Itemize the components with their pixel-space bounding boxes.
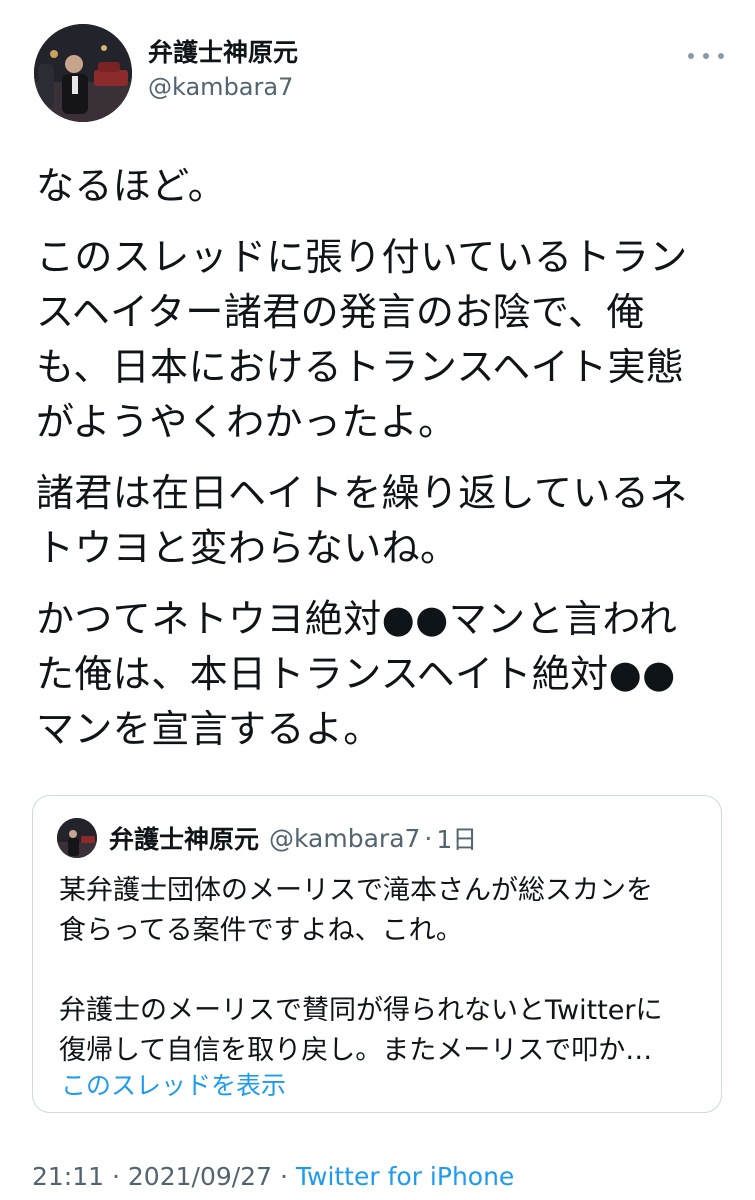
tweet-date[interactable]: 2021/09/27 xyxy=(128,1162,272,1191)
more-dot-icon xyxy=(703,53,709,59)
quoted-tweet-text: 某弁護士団体のメーリスで滝本さんが総スカンを 食らってる案件ですよね、これ。 弁… xyxy=(59,871,709,1071)
user-handle[interactable]: @kambara7 xyxy=(148,70,298,104)
quoted-display-name: 弁護士神原元 xyxy=(109,825,260,854)
quoted-paragraph: 某弁護士団体のメーリスで滝本さんが総スカンを 食らってる案件ですよね、これ。 xyxy=(59,875,653,946)
quoted-tweet-header: 弁護士神原元 @kambara7 · 1日 xyxy=(57,818,477,858)
avatar[interactable] xyxy=(34,24,132,122)
tweet-paragraph: このスレッドに張り付いているトラン スヘイター諸君の発言のお陰で、俺 も、日本に… xyxy=(36,235,688,444)
author-info: 弁護士神原元 @kambara7 xyxy=(148,36,298,104)
meta-separator: · xyxy=(279,1162,288,1191)
quoted-tweet[interactable]: 弁護士神原元 @kambara7 · 1日 某弁護士団体のメーリスで滝本さんが総… xyxy=(32,795,722,1113)
quoted-timestamp: 1日 xyxy=(436,825,478,854)
tweet-paragraph: 諸君は在日ヘイトを繰り返しているネ トウヨと変わらないね。 xyxy=(36,471,688,570)
quoted-separator: · xyxy=(424,823,433,853)
quoted-paragraph: 弁護士のメーリスで賛同が得られないとTwitterに 復帰して自信を取り戻し。ま… xyxy=(59,995,663,1066)
meta-separator: · xyxy=(112,1162,120,1191)
tweet-paragraph: かつてネトウヨ絶対●●マンと言われ た俺は、本日トランスヘイト絶対●● マンを宣… xyxy=(36,597,678,751)
tweet-time[interactable]: 21:11 xyxy=(32,1162,104,1191)
quoted-avatar xyxy=(57,818,97,858)
more-dot-icon xyxy=(688,53,694,59)
tweet: 弁護士神原元 @kambara7 なるほど。 このスレッドに張り付いているトラン… xyxy=(0,0,755,1200)
profile-photo-icon xyxy=(34,24,132,122)
tweet-metadata: 21:11 · 2021/09/27 · Twitter for iPhone xyxy=(32,1162,514,1191)
profile-photo-icon xyxy=(57,818,97,858)
more-options-button[interactable] xyxy=(688,46,724,66)
tweet-paragraph: なるほど。 xyxy=(36,164,227,208)
quoted-user-handle: @kambara7 xyxy=(269,823,421,853)
tweet-header: 弁護士神原元 @kambara7 xyxy=(34,24,724,124)
more-dot-icon xyxy=(718,53,724,59)
show-thread-link[interactable]: このスレッドを表示 xyxy=(61,1066,286,1102)
display-name[interactable]: 弁護士神原元 xyxy=(148,36,298,70)
tweet-text: なるほど。 このスレッドに張り付いているトラン スヘイター諸君の発言のお陰で、俺… xyxy=(36,159,726,773)
tweet-source-link[interactable]: Twitter for iPhone xyxy=(296,1162,514,1191)
